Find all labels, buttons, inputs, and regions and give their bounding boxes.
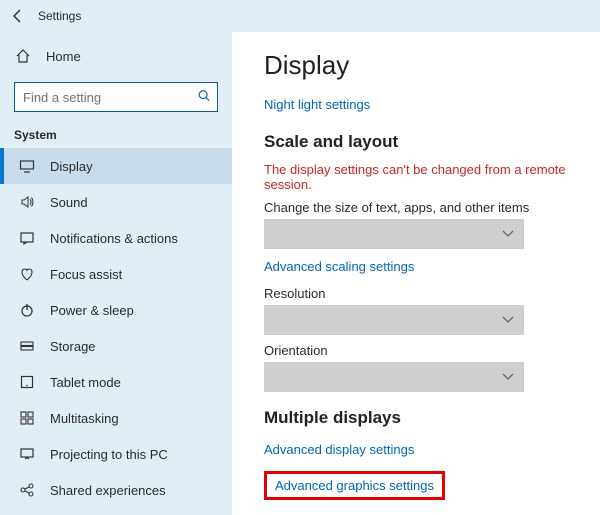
sidebar-item-label: Focus assist xyxy=(50,267,122,282)
sidebar-item-sound[interactable]: Sound xyxy=(0,184,232,220)
display-icon xyxy=(18,158,36,174)
sidebar-item-label: Shared experiences xyxy=(50,483,166,498)
sidebar-item-label: Projecting to this PC xyxy=(50,447,168,462)
chevron-down-icon xyxy=(502,227,514,241)
multiple-displays-heading: Multiple displays xyxy=(264,408,578,428)
sidebar-item-label: Sound xyxy=(50,195,88,210)
orientation-dropdown[interactable] xyxy=(264,362,524,392)
sidebar-item-storage[interactable]: Storage xyxy=(0,328,232,364)
advanced-scaling-link[interactable]: Advanced scaling settings xyxy=(264,259,414,274)
sidebar-item-multitasking[interactable]: Multitasking xyxy=(0,400,232,436)
notifications-icon xyxy=(18,230,36,246)
advanced-display-settings-link[interactable]: Advanced display settings xyxy=(264,442,414,457)
sidebar-item-label: Multitasking xyxy=(50,411,119,426)
search-container xyxy=(0,74,232,122)
resolution-label: Resolution xyxy=(264,286,578,301)
sidebar-item-focus-assist[interactable]: Focus assist xyxy=(0,256,232,292)
back-button[interactable] xyxy=(4,2,32,30)
sidebar-item-label: Power & sleep xyxy=(50,303,134,318)
sidebar-item-label: Storage xyxy=(50,339,96,354)
content-pane: Display Night light settings Scale and l… xyxy=(232,32,600,515)
sound-icon xyxy=(18,194,36,210)
scale-dropdown[interactable] xyxy=(264,219,524,249)
chevron-down-icon xyxy=(502,370,514,384)
sidebar-item-label: Notifications & actions xyxy=(50,231,178,246)
sidebar-item-display[interactable]: Display xyxy=(0,148,232,184)
remote-session-warning: The display settings can't be changed fr… xyxy=(264,162,578,192)
sidebar-item-label: Display xyxy=(50,159,93,174)
window-body: Home System Display xyxy=(0,32,600,515)
search-input[interactable] xyxy=(14,82,218,112)
home-icon xyxy=(14,48,32,64)
arrow-left-icon xyxy=(10,8,26,24)
sidebar-nav: Display Sound Notifications & actions xyxy=(0,148,232,508)
sidebar-item-label: Tablet mode xyxy=(50,375,121,390)
chevron-down-icon xyxy=(502,313,514,327)
advanced-graphics-settings-link[interactable]: Advanced graphics settings xyxy=(275,478,434,493)
power-icon xyxy=(18,302,36,318)
sidebar-item-projecting[interactable]: Projecting to this PC xyxy=(0,436,232,472)
sidebar-item-power-sleep[interactable]: Power & sleep xyxy=(0,292,232,328)
sidebar-section-header: System xyxy=(0,122,232,148)
settings-window: Settings Home System xyxy=(0,0,600,515)
scale-label: Change the size of text, apps, and other… xyxy=(264,200,578,215)
sidebar-item-shared-experiences[interactable]: Shared experiences xyxy=(0,472,232,508)
page-title: Display xyxy=(264,50,578,81)
highlight-box: Advanced graphics settings xyxy=(264,471,445,500)
multitasking-icon xyxy=(18,410,36,426)
sidebar-item-tablet-mode[interactable]: Tablet mode xyxy=(0,364,232,400)
scale-layout-heading: Scale and layout xyxy=(264,132,578,152)
sidebar: Home System Display xyxy=(0,32,232,515)
shared-icon xyxy=(18,482,36,498)
sidebar-home-label: Home xyxy=(46,49,81,64)
orientation-label: Orientation xyxy=(264,343,578,358)
sidebar-home[interactable]: Home xyxy=(0,38,232,74)
titlebar: Settings xyxy=(0,0,600,32)
tablet-icon xyxy=(18,374,36,390)
focus-assist-icon xyxy=(18,266,36,282)
storage-icon xyxy=(18,338,36,354)
window-title: Settings xyxy=(38,9,81,23)
sidebar-item-notifications[interactable]: Notifications & actions xyxy=(0,220,232,256)
night-light-settings-link[interactable]: Night light settings xyxy=(264,97,370,112)
projecting-icon xyxy=(18,446,36,462)
resolution-dropdown[interactable] xyxy=(264,305,524,335)
